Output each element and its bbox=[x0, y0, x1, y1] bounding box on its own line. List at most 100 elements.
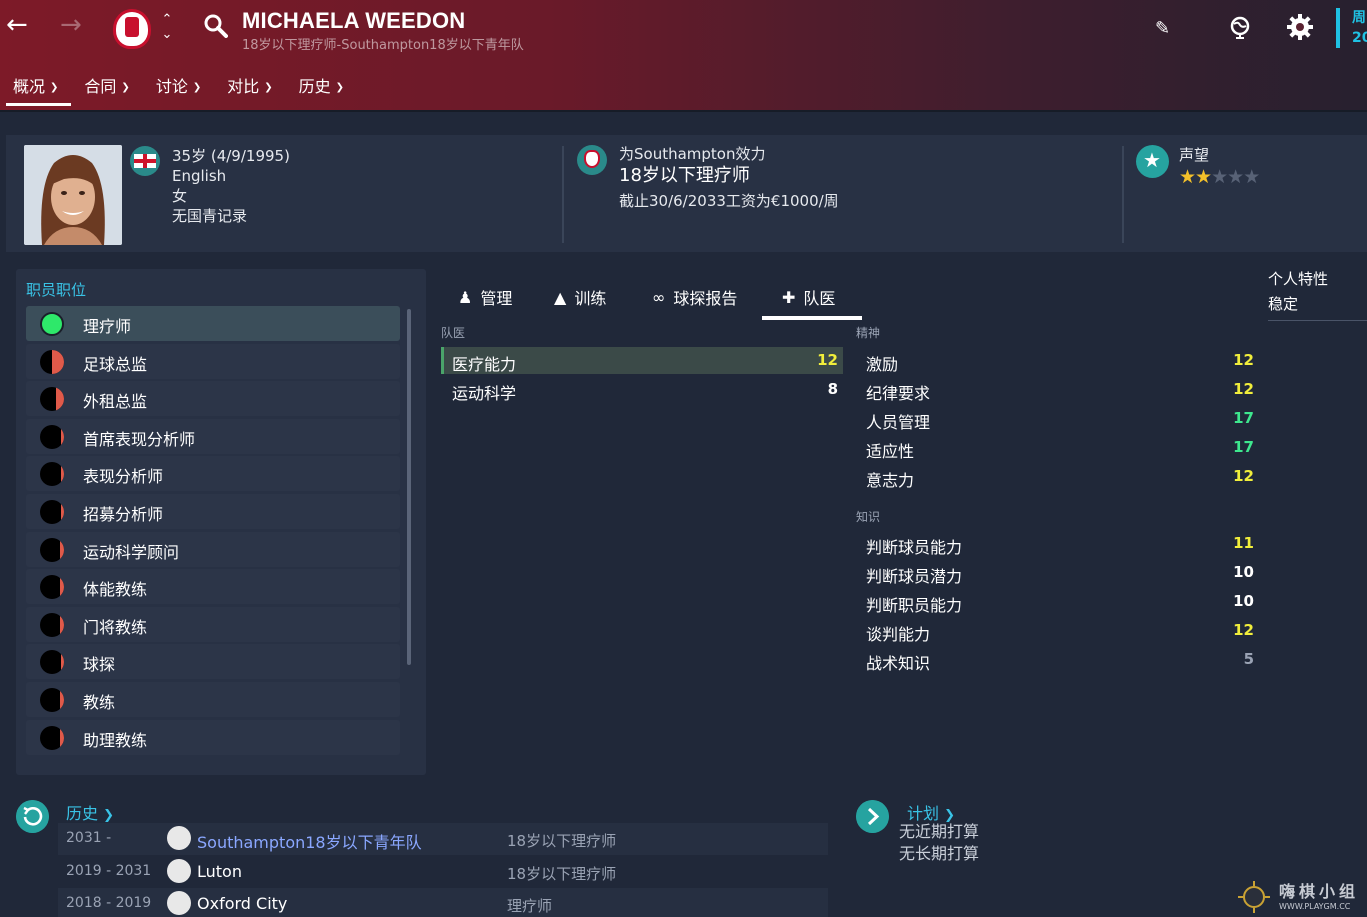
history-club[interactable]: Southampton18岁以下青年队 bbox=[197, 829, 422, 853]
history-row[interactable]: 2019 - 2031 Luton 18岁以下理疗师 bbox=[58, 856, 828, 888]
club-crest-icon[interactable] bbox=[113, 9, 151, 49]
nav-overview[interactable]: 概况 ❯ bbox=[0, 72, 72, 106]
page-title: MICHAELA WEEDON bbox=[242, 8, 466, 33]
role-label: 外租总监 bbox=[83, 392, 148, 412]
history-role: 理疗师 bbox=[507, 897, 553, 915]
attribute-row[interactable]: 适应性 17 bbox=[855, 434, 1259, 461]
nav-contract[interactable]: 合同 ❯ bbox=[71, 72, 142, 106]
gender: 女 bbox=[172, 187, 188, 205]
attribute-row[interactable]: 纪律要求 12 bbox=[855, 376, 1259, 403]
long-term-plan: 无长期打算 bbox=[899, 844, 980, 863]
role-item[interactable]: 运动科学顾问 bbox=[26, 531, 400, 567]
role-label: 首席表现分析师 bbox=[83, 429, 196, 449]
age-dob: 35岁 (4/9/1995) bbox=[172, 147, 290, 165]
back-arrow-icon[interactable]: ← bbox=[6, 12, 28, 38]
forward-arrow-icon[interactable]: → bbox=[60, 12, 82, 38]
history-role: 18岁以下理疗师 bbox=[507, 832, 617, 850]
attribute-row[interactable]: 战术知识 5 bbox=[855, 646, 1259, 673]
role-item[interactable]: 助理教练 bbox=[26, 719, 400, 755]
attribute-row[interactable]: 判断球员能力 11 bbox=[855, 530, 1259, 557]
role-label: 表现分析师 bbox=[83, 467, 164, 487]
nav-compare[interactable]: 对比 ❯ bbox=[214, 72, 285, 106]
history-row[interactable]: 2031 - Southampton18岁以下青年队 18岁以下理疗师 bbox=[58, 823, 828, 855]
england-flag-icon bbox=[130, 146, 160, 176]
attribute-label: 意志力 bbox=[866, 471, 915, 490]
tab-scouting[interactable]: ∞ 球探报告 bbox=[652, 276, 762, 318]
date-line-1: 周 bbox=[1352, 10, 1366, 26]
role-item[interactable]: 外租总监 bbox=[26, 381, 400, 417]
section-medical: 队医 bbox=[441, 326, 466, 340]
history-years: 2031 - bbox=[66, 830, 112, 846]
nav-history[interactable]: 历史 ❯ bbox=[286, 72, 357, 106]
attribute-value: 10 bbox=[1233, 563, 1254, 581]
nav-label: 合同 bbox=[84, 77, 117, 96]
pencil-icon[interactable]: ✎ bbox=[1155, 18, 1170, 39]
role-item[interactable]: 足球总监 bbox=[26, 343, 400, 379]
up-down-chevron-icon[interactable]: ⌃ ⌄ bbox=[160, 12, 174, 42]
suitability-indicator bbox=[40, 462, 64, 487]
attribute-label: 运动科学 bbox=[452, 383, 517, 403]
attribute-label: 谈判能力 bbox=[866, 625, 931, 644]
attribute-row[interactable]: 运动科学 8 bbox=[441, 376, 843, 403]
club-badge-icon[interactable] bbox=[577, 145, 607, 175]
history-role: 18岁以下理疗师 bbox=[507, 864, 617, 883]
nav-discuss[interactable]: 讨论 ❯ bbox=[143, 72, 214, 106]
date-accent-bar bbox=[1336, 8, 1340, 48]
history-title-text: 历史 bbox=[66, 804, 99, 823]
role-item[interactable]: 体能教练 bbox=[26, 569, 400, 605]
tab-management[interactable]: ♟ 管理 bbox=[458, 276, 554, 318]
history-years: 2018 - 2019 bbox=[66, 895, 152, 911]
nav-label: 讨论 bbox=[155, 77, 188, 96]
attribute-row[interactable]: 谈判能力 12 bbox=[855, 617, 1259, 644]
history-club[interactable]: Oxford City bbox=[197, 894, 287, 913]
traits-title: 个人特性 bbox=[1268, 270, 1329, 288]
attribute-label: 判断球员潜力 bbox=[866, 567, 963, 586]
chevron-down-icon: ❯ bbox=[192, 82, 202, 93]
role-item[interactable]: 表现分析师 bbox=[26, 456, 400, 492]
role-item[interactable]: 门将教练 bbox=[26, 606, 400, 642]
role-item[interactable]: 理疗师 bbox=[26, 306, 400, 341]
nav-label: 概况 bbox=[13, 77, 46, 96]
suitability-indicator bbox=[40, 650, 64, 675]
star-filled-icon: ★ bbox=[1195, 166, 1212, 188]
gear-icon[interactable] bbox=[1286, 13, 1314, 41]
attribute-label: 判断球员能力 bbox=[866, 538, 963, 557]
attribute-row[interactable]: 意志力 12 bbox=[855, 463, 1259, 490]
attribute-label: 医疗能力 bbox=[452, 355, 517, 374]
scrollbar[interactable] bbox=[407, 309, 411, 665]
tab-label: 球探报告 bbox=[673, 289, 738, 308]
attribute-label: 判断职员能力 bbox=[866, 596, 963, 615]
chevron-right-icon: ❯ bbox=[103, 808, 115, 823]
role-item[interactable]: 首席表现分析师 bbox=[26, 418, 400, 454]
star-filled-icon: ★ bbox=[1179, 166, 1196, 188]
suitability-indicator bbox=[40, 500, 64, 524]
tab-training[interactable]: ▲ 训练 bbox=[554, 276, 652, 318]
suitability-indicator bbox=[40, 387, 64, 412]
attribute-row[interactable]: 判断球员潜力 10 bbox=[855, 559, 1259, 586]
attribute-row[interactable]: 激励 12 bbox=[855, 347, 1259, 374]
history-row[interactable]: 2018 - 2019 Oxford City 理疗师 bbox=[58, 888, 828, 917]
history-club[interactable]: Luton bbox=[197, 862, 242, 881]
tab-medical[interactable]: ✚ 队医 bbox=[762, 276, 862, 320]
profile-summary: 35岁 (4/9/1995) English 女 无国青记录 为Southamp… bbox=[6, 135, 1367, 252]
globe-icon[interactable] bbox=[1228, 15, 1252, 39]
role-item[interactable]: 招募分析师 bbox=[26, 494, 400, 529]
role-label: 理疗师 bbox=[83, 317, 132, 336]
chevron-down-icon: ❯ bbox=[50, 82, 59, 93]
date-display[interactable]: 周 20 bbox=[1352, 8, 1367, 48]
history-icon[interactable] bbox=[16, 800, 49, 833]
attribute-row[interactable]: 医疗能力 12 bbox=[441, 347, 843, 374]
suitability-indicator bbox=[40, 688, 64, 712]
suitability-indicator bbox=[40, 349, 64, 374]
attribute-label: 适应性 bbox=[866, 442, 915, 461]
plays-for[interactable]: 为Southampton效力 bbox=[619, 144, 766, 164]
chevron-right-circle-icon[interactable] bbox=[856, 800, 889, 833]
role-label: 运动科学顾问 bbox=[83, 542, 180, 562]
search-icon[interactable] bbox=[204, 14, 228, 38]
attribute-row[interactable]: 人员管理 17 bbox=[855, 405, 1259, 432]
history-title[interactable]: 历史 ❯ bbox=[66, 800, 114, 824]
section-mental: 精神 bbox=[856, 326, 881, 340]
attribute-row[interactable]: 判断职员能力 10 bbox=[855, 588, 1259, 615]
role-item[interactable]: 球探 bbox=[26, 644, 400, 680]
role-item[interactable]: 教练 bbox=[26, 682, 400, 717]
